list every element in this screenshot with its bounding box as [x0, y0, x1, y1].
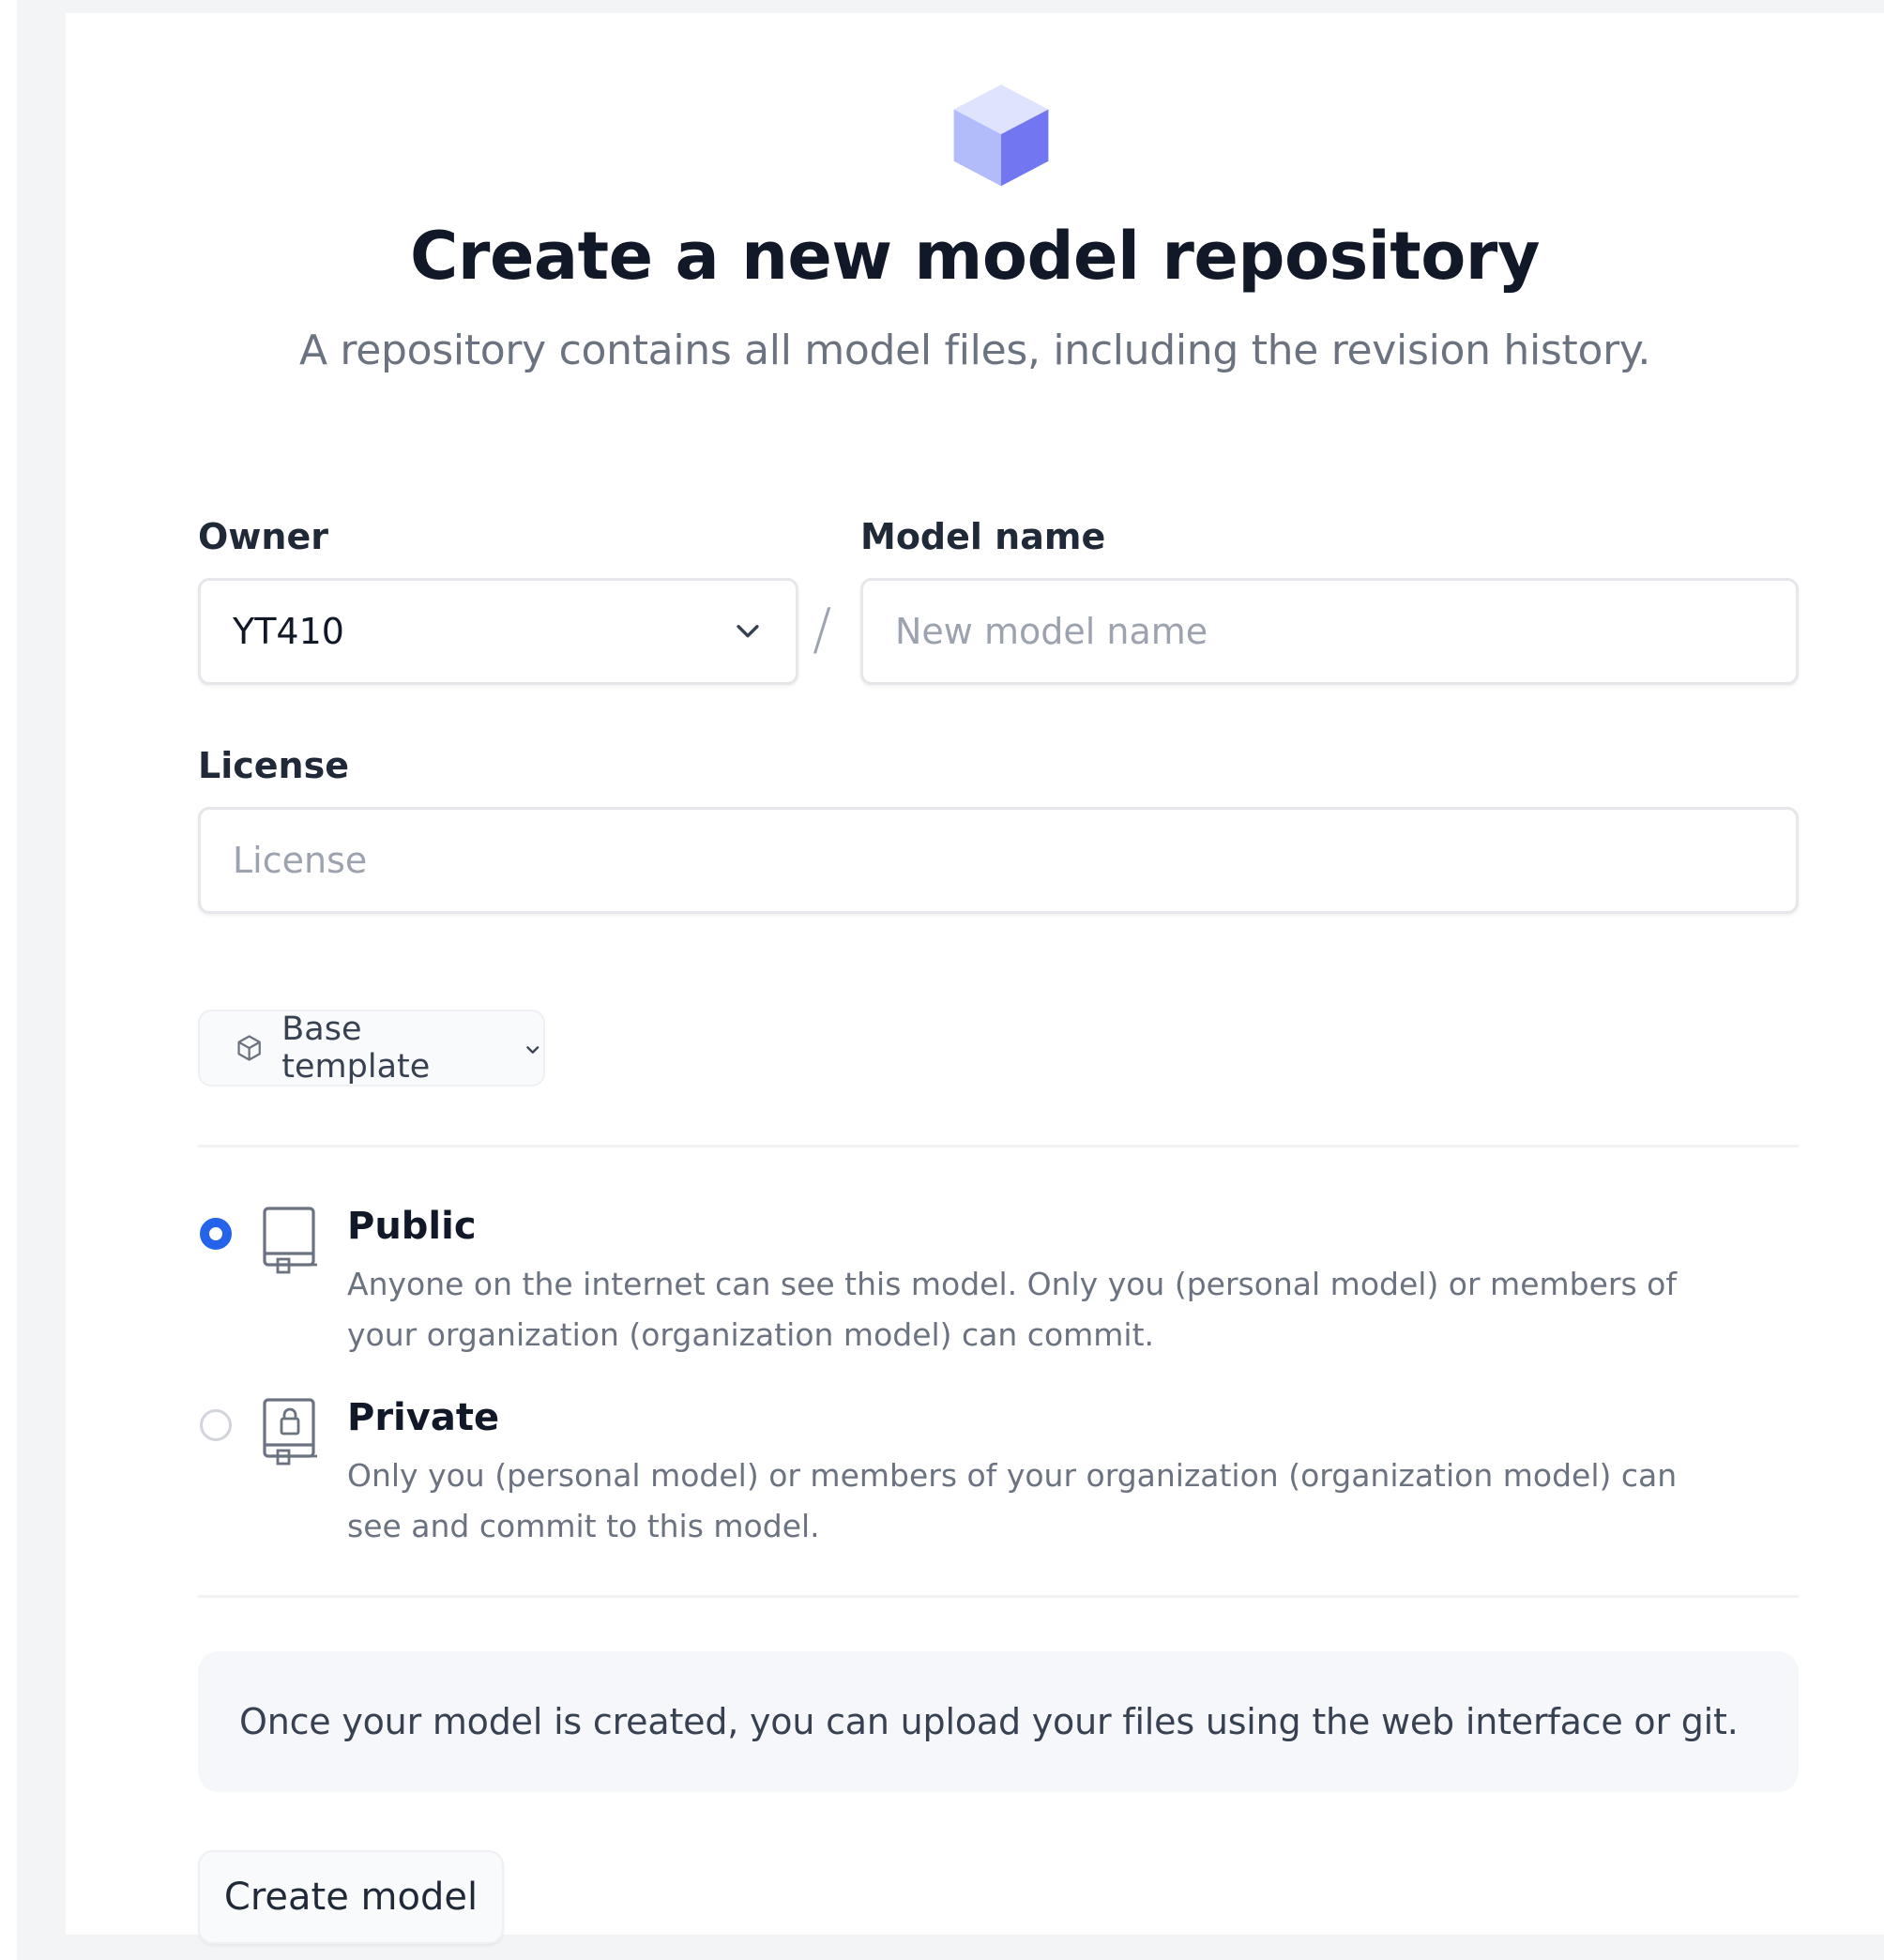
license-placeholder: License — [233, 840, 368, 881]
model-name-input[interactable]: New model name — [860, 578, 1799, 685]
license-label: License — [198, 745, 349, 786]
visibility-public-description: Anyone on the internet can see this mode… — [347, 1266, 1677, 1353]
owner-name-separator: / — [813, 597, 832, 662]
repo-lock-icon — [263, 1398, 317, 1466]
cube-outline-icon — [237, 1035, 261, 1061]
create-model-label: Create model — [223, 1876, 479, 1919]
visibility-private-description: Only you (personal model) or members of … — [347, 1457, 1678, 1544]
page-subtitle: A repository contains all model files, i… — [298, 327, 1651, 374]
owner-select-value: YT410 — [233, 611, 344, 652]
left-gutter — [0, 0, 17, 1960]
model-name-label: Model name — [860, 516, 1106, 557]
create-repo-card: Create a new model repository A reposito… — [66, 13, 1884, 1944]
base-template-button[interactable]: Base template — [198, 1010, 545, 1086]
owner-label: Owner — [198, 516, 328, 557]
cube-icon — [953, 84, 1049, 187]
section-divider — [198, 1595, 1799, 1598]
repo-icon — [263, 1207, 317, 1274]
base-template-label: Base template — [281, 1010, 431, 1086]
chevron-down-icon — [526, 1046, 539, 1054]
visibility-radio-public[interactable] — [200, 1218, 232, 1250]
owner-select[interactable]: YT410 — [198, 578, 798, 685]
visibility-public-title: Public — [347, 1205, 477, 1248]
chevron-down-icon — [737, 625, 759, 638]
visibility-radio-private[interactable] — [200, 1409, 232, 1441]
info-box: Once your model is created, you can uplo… — [198, 1651, 1799, 1792]
visibility-private-title: Private — [347, 1396, 500, 1439]
create-model-button[interactable]: Create model — [198, 1850, 504, 1944]
page-title: Create a new model repository — [410, 218, 1540, 295]
model-name-placeholder: New model name — [895, 611, 1208, 652]
section-divider — [198, 1145, 1799, 1147]
info-text: Once your model is created, you can uplo… — [239, 1701, 1739, 1742]
license-input[interactable]: License — [198, 807, 1799, 914]
